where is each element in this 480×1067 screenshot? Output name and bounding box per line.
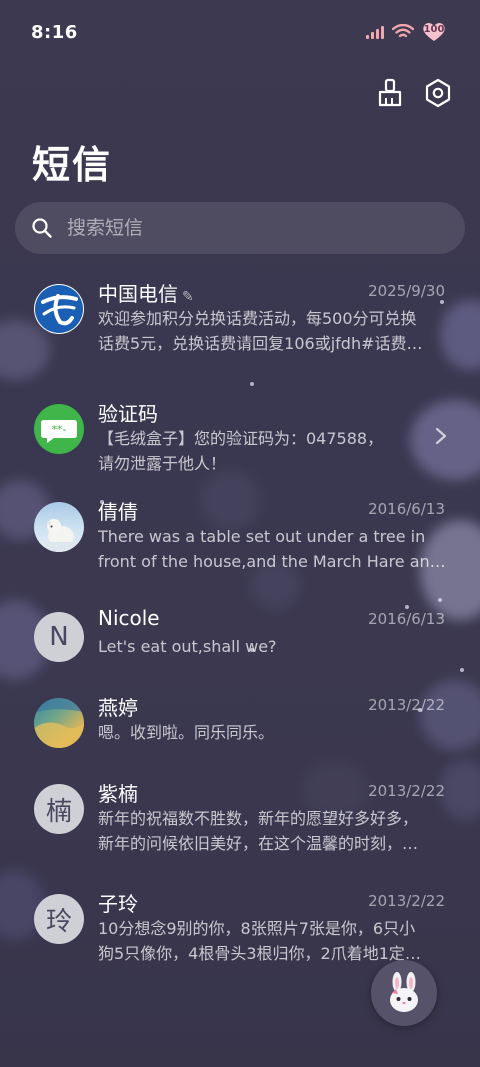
china-telecom-logo-icon (35, 285, 83, 333)
avatar (34, 698, 84, 748)
chat-bubble-icon: **- (41, 420, 77, 443)
search-input[interactable] (65, 216, 429, 240)
contact-name: 紫楠 (98, 782, 138, 806)
message-date: 2016/6/13 (368, 500, 445, 518)
pencil-icon: ✎ (182, 289, 194, 305)
battery-level: 100 (423, 24, 445, 35)
chat-bubble-text: **- (52, 423, 67, 436)
message-preview: Let's eat out,shall we? (98, 637, 277, 656)
message-preview: 10分想念9别的你，8张照片7张是你，6只小 狗5只像你，4根骨头3根归你，2爪… (98, 919, 421, 963)
chevron-right-icon (435, 427, 447, 445)
battery-heart-icon: 100 (422, 22, 446, 42)
message-preview: 嗯。收到啦。同乐同乐。 (98, 723, 275, 742)
message-item[interactable]: **- 验证码 【毛绒盒子】您的验证码为：047588， 请勿泄露于他人！ (0, 402, 480, 504)
message-date: 2016/6/13 (368, 610, 445, 628)
avatar: 楠 (34, 784, 84, 834)
compose-button[interactable] (371, 960, 437, 1026)
broom-icon (378, 78, 402, 107)
status-time: 8:16 (31, 22, 78, 43)
wifi-icon (392, 24, 414, 38)
message-date: 2025/9/30 (368, 282, 445, 300)
polar-bear-photo-icon (34, 519, 84, 552)
settings-hexagon-icon (425, 78, 451, 108)
status-bar: 8:16 100 (0, 0, 480, 64)
search-icon (32, 218, 52, 238)
message-date: 2013/2/22 (368, 782, 445, 800)
message-preview: 欢迎参加积分兑换话费活动，每500分可兑换 话费5元，兑换话费请回复106或jf… (98, 309, 423, 353)
contact-name: 子玲 (98, 892, 138, 916)
page-title: 短信 (32, 143, 113, 187)
avatar (34, 502, 84, 552)
avatar: N (34, 612, 84, 662)
message-date: 2013/2/22 (368, 696, 445, 714)
avatar (34, 284, 84, 334)
avatar: **- (34, 404, 84, 454)
message-preview: 新年的祝福数不胜数，新年的愿望好多好多， 新年的问候依旧美好，在这个温馨的时刻，… (98, 809, 419, 853)
signal-icon (366, 25, 384, 39)
avatar: 玲 (34, 894, 84, 944)
contact-name: 验证码 (98, 402, 158, 426)
message-item[interactable]: 楠 紫楠 2013/2/22 新年的祝福数不胜数，新年的愿望好多好多， 新年的问… (0, 782, 480, 884)
status-icons: 100 (366, 22, 446, 42)
message-item[interactable]: 中国电信 ✎ 2025/9/30 欢迎参加积分兑换话费活动，每500分可兑换 话费… (0, 282, 480, 384)
toolbar (376, 78, 452, 108)
contact-name: 中国电信 ✎ (98, 282, 194, 306)
clean-button[interactable] (376, 78, 404, 108)
message-date: 2013/2/22 (368, 892, 445, 910)
bunny-icon (390, 972, 418, 1012)
contact-name: 倩倩 (98, 500, 138, 524)
message-preview: 【毛绒盒子】您的验证码为：047588， 请勿泄露于他人！ (98, 429, 384, 473)
contact-name: Nicole (98, 606, 160, 630)
contact-name: 燕婷 (98, 696, 138, 720)
landscape-photo-icon (34, 698, 84, 748)
message-item[interactable]: 倩倩 2016/6/13 There was a table set out u… (0, 500, 480, 602)
settings-button[interactable] (424, 78, 452, 108)
message-preview: There was a table set out under a tree i… (98, 527, 446, 571)
search-bar[interactable] (15, 202, 465, 254)
